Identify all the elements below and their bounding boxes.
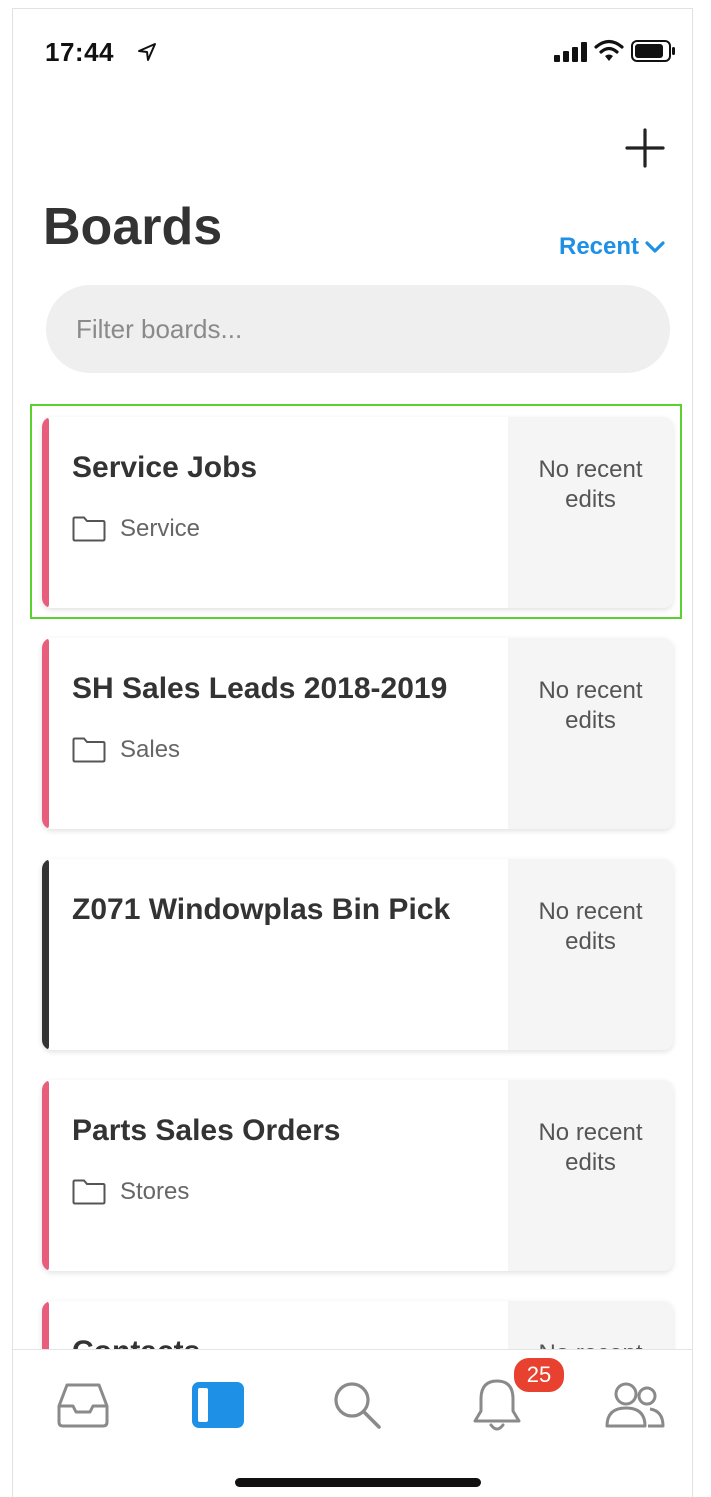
board-accent-bar	[42, 638, 49, 829]
board-folder: Stores	[72, 1178, 189, 1206]
board-recent-edits: No recent edits	[508, 859, 673, 1050]
board-name: Parts Sales Orders	[72, 1114, 341, 1147]
tab-inbox[interactable]	[43, 1370, 123, 1440]
tab-bar	[13, 1349, 692, 1497]
notification-badge: 25	[512, 1356, 566, 1394]
board-name: Service Jobs	[72, 451, 258, 484]
battery-icon	[631, 40, 675, 62]
search-icon	[334, 1382, 381, 1429]
board-recent-edits: No recent edits	[508, 417, 673, 608]
status-bar: 17:44	[13, 9, 692, 89]
status-time: 17:44	[45, 37, 114, 67]
board-card-sh-sales-leads[interactable]: SH Sales Leads 2018-2019 Sales No recent…	[42, 638, 673, 829]
board-folder: Service	[72, 515, 200, 543]
board-card-z071-windowplas[interactable]: Z071 Windowplas Bin Pick No recent edits	[42, 859, 673, 1050]
board-accent-bar	[42, 417, 49, 608]
board-card-service-jobs[interactable]: Service Jobs Service No recent edits	[42, 417, 673, 608]
plus-icon	[625, 128, 665, 168]
folder-icon	[72, 1179, 106, 1205]
board-folder-name: Stores	[120, 1178, 190, 1205]
board-card-parts-sales-orders[interactable]: Parts Sales Orders Stores No recent edit…	[42, 1080, 673, 1271]
board-folder-name: Sales	[120, 736, 181, 763]
wifi-icon	[594, 39, 624, 61]
tab-boards[interactable]	[178, 1370, 258, 1440]
board-recent-edits: No recent edits	[508, 1080, 673, 1271]
board-accent-bar	[42, 859, 49, 1050]
board-folder-name: Service	[120, 515, 201, 542]
boards-icon	[192, 1382, 244, 1428]
chevron-down-icon	[645, 241, 665, 253]
add-board-button[interactable]	[622, 125, 668, 171]
page-title: Boards	[43, 198, 223, 256]
board-name: SH Sales Leads 2018-2019	[72, 672, 448, 705]
tab-search[interactable]	[317, 1370, 397, 1440]
inbox-icon	[57, 1383, 109, 1428]
sort-label: Recent	[559, 233, 640, 260]
board-accent-bar	[42, 1080, 49, 1271]
board-folder: Sales	[72, 736, 180, 764]
sort-dropdown[interactable]: Recent	[559, 233, 665, 261]
cellular-signal-icon	[554, 42, 587, 62]
people-icon	[605, 1382, 665, 1428]
board-recent-edits: No recent edits	[508, 638, 673, 829]
home-indicator	[235, 1478, 481, 1487]
folder-icon	[72, 737, 106, 763]
tab-team[interactable]	[595, 1370, 675, 1440]
filter-boards-input[interactable]	[46, 285, 670, 373]
app-screen: 17:44 Boards Recent Filter boards... Ser…	[12, 8, 693, 1497]
folder-icon	[72, 516, 106, 542]
location-arrow-icon	[138, 43, 156, 61]
board-name: Z071 Windowplas Bin Pick	[72, 893, 451, 926]
